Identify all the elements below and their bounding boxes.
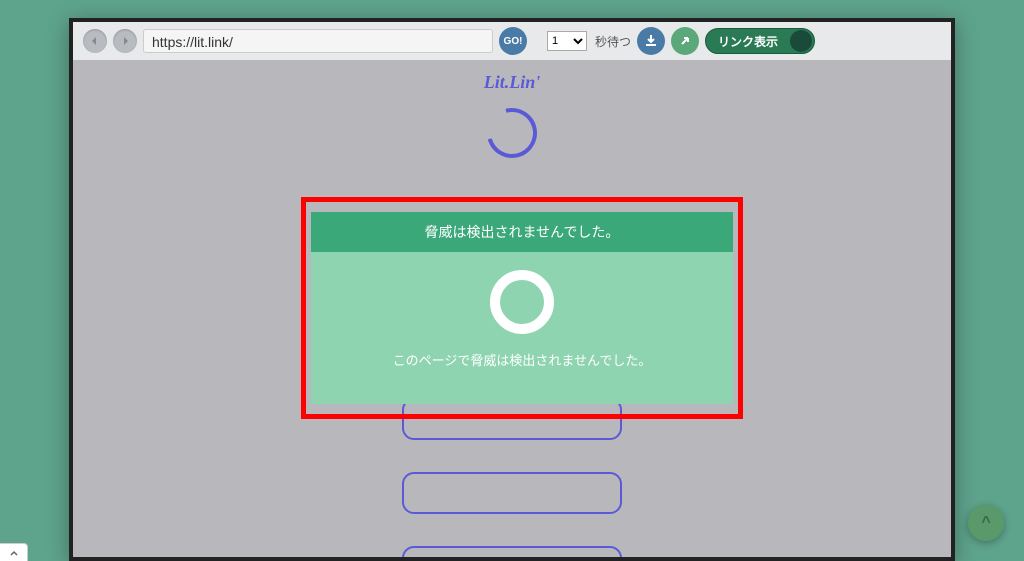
link-pill-2[interactable] <box>402 472 622 514</box>
share-button[interactable] <box>671 27 699 55</box>
scan-body: このページで脅威は検出されませんでした。 <box>311 252 733 369</box>
link-toggle-label: リンク表示 <box>718 33 778 50</box>
download-button[interactable] <box>637 27 665 55</box>
toolbar: https://lit.link/ GO! 1 秒待つ リンク表示 <box>73 22 951 60</box>
corner-expand-button[interactable] <box>0 543 28 561</box>
forward-button[interactable] <box>113 29 137 53</box>
scan-card: 脅威は検出されませんでした。 このページで脅威は検出されませんでした。 <box>311 212 733 404</box>
arrow-left-icon <box>89 35 101 47</box>
link-pill-3[interactable] <box>402 546 622 557</box>
chevron-up-icon <box>9 548 19 558</box>
scan-ok-circle-icon <box>490 270 554 334</box>
scan-result-overlay: 脅威は検出されませんでした。 このページで脅威は検出されませんでした。 <box>301 197 743 419</box>
scan-message: このページで脅威は検出されませんでした。 <box>393 350 652 369</box>
scan-header: 脅威は検出されませんでした。 <box>311 212 733 252</box>
wait-select[interactable]: 1 <box>547 31 587 51</box>
browser-inner: https://lit.link/ GO! 1 秒待つ リンク表示 Lit.Li… <box>73 22 951 557</box>
share-icon <box>678 34 692 48</box>
content-area: Lit.Lin' 脅威は検出されませんでした。 このページで脅威は検出されません… <box>73 60 951 557</box>
chevron-up-icon: ^ <box>981 514 990 532</box>
download-icon <box>644 34 658 48</box>
scroll-top-fab[interactable]: ^ <box>968 505 1004 541</box>
loading-spinner-icon <box>478 99 546 167</box>
arrow-right-icon <box>119 35 131 47</box>
brand-logo: Lit.Lin' <box>484 72 541 93</box>
back-button[interactable] <box>83 29 107 53</box>
toggle-knob <box>790 30 812 52</box>
wait-label: 秒待つ <box>595 33 631 50</box>
link-display-toggle[interactable]: リンク表示 <box>705 28 815 54</box>
go-button[interactable]: GO! <box>499 27 527 55</box>
browser-frame: https://lit.link/ GO! 1 秒待つ リンク表示 Lit.Li… <box>69 18 955 561</box>
url-input[interactable]: https://lit.link/ <box>143 29 493 53</box>
